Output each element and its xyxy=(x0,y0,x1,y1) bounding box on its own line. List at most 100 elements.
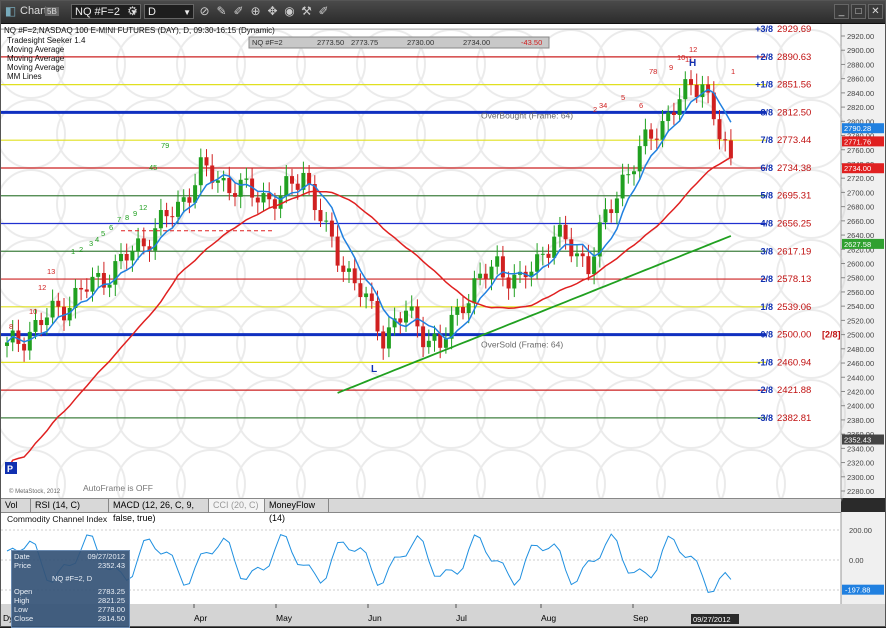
candle-body xyxy=(421,326,426,348)
zero-tag: [2/8] xyxy=(822,330,841,340)
info-symbol: NQ #F=2, D xyxy=(52,574,93,583)
candle-body xyxy=(580,253,585,257)
price-tick-label: 2900.00 xyxy=(847,46,874,55)
candle-body xyxy=(535,254,540,272)
candle-body xyxy=(5,342,9,346)
murrey-value: 2460.94 xyxy=(777,357,811,368)
candle-body xyxy=(215,180,220,183)
pencil-icon[interactable]: ✎ xyxy=(214,4,229,19)
quote-low: 2730.00 xyxy=(407,38,434,47)
pan-icon[interactable]: ✥ xyxy=(265,4,280,19)
price-tick-label: 2340.00 xyxy=(847,444,874,453)
chevron-down-icon[interactable]: ▼ xyxy=(183,5,191,20)
murrey-label: -2/8 xyxy=(757,385,773,395)
window-badge: 5B xyxy=(45,7,59,16)
candle-body xyxy=(609,209,614,214)
interval-field[interactable]: D ▼ xyxy=(144,4,194,19)
candle-body xyxy=(660,121,665,140)
candle-body xyxy=(386,327,391,349)
price-tick-label: 2400.00 xyxy=(847,402,874,411)
murrey-value: 2929.69 xyxy=(777,24,811,35)
price-tag-value: 2352.43 xyxy=(844,436,871,445)
candle-body xyxy=(221,177,226,181)
quote-box xyxy=(248,36,550,49)
candle-body xyxy=(506,277,511,289)
close-button[interactable]: ✕ xyxy=(868,4,883,19)
candle-body xyxy=(33,319,38,332)
candle-body xyxy=(620,174,625,199)
candle-body xyxy=(375,300,380,332)
candle-body xyxy=(27,331,32,351)
candle-body xyxy=(181,197,186,202)
murrey-label: 6/8 xyxy=(760,163,773,173)
chart-area[interactable]: 2920.002900.002880.002860.002840.002820.… xyxy=(1,24,885,627)
price-tick-label: 2720.00 xyxy=(847,174,874,183)
quote-high: 2773.75 xyxy=(351,38,378,47)
murrey-label: 8/8 xyxy=(760,107,773,117)
murrey-label: 2/8 xyxy=(760,274,773,284)
candle-body xyxy=(728,140,733,159)
sequence-label: 1 xyxy=(731,67,735,76)
maximize-button[interactable]: □ xyxy=(851,4,866,19)
candle-body xyxy=(671,112,676,115)
candle-body xyxy=(90,276,95,292)
candle-body xyxy=(495,256,500,267)
price-tick-label: 2440.00 xyxy=(847,373,874,382)
tools-icon[interactable]: ⚒ xyxy=(299,4,314,19)
edit-icon[interactable]: ✐ xyxy=(231,4,246,19)
candle-body xyxy=(44,317,49,326)
link-icon[interactable]: ⊕ xyxy=(248,4,263,19)
price-tick-label: 2460.00 xyxy=(847,359,874,368)
candle-body xyxy=(307,172,312,185)
candle-body xyxy=(284,176,289,196)
price-tick-label: 2320.00 xyxy=(847,459,874,468)
interval-value: D xyxy=(148,6,156,18)
brush-icon[interactable]: ✐ xyxy=(316,4,331,19)
gear-icon[interactable]: ⚙ xyxy=(125,4,140,19)
quote-change: -43.50 xyxy=(521,38,542,47)
sequence-label: 3 xyxy=(89,239,93,248)
minimize-button[interactable]: _ xyxy=(834,4,849,19)
price-tick-label: 2700.00 xyxy=(847,188,874,197)
sequence-label: 78 xyxy=(649,67,657,76)
info-high-label: High xyxy=(14,596,30,605)
murrey-value: 2617.19 xyxy=(777,246,811,257)
cancel-icon[interactable]: ⊘ xyxy=(197,4,212,19)
price-tag-value: 2790.28 xyxy=(844,124,871,133)
candle-body xyxy=(717,119,722,140)
candle-body xyxy=(16,330,21,344)
tab-macd[interactable]: MACD (12, 26, C, 9, false, true) xyxy=(109,499,209,523)
month-label: Jul xyxy=(456,613,467,623)
sequence-label: 13 xyxy=(47,267,55,276)
tab-cci[interactable]: CCI (20, C) xyxy=(209,499,265,512)
price-tick-label: 2380.00 xyxy=(847,416,874,425)
overbought-label: OverBought (Frame: 64) xyxy=(481,110,573,120)
data-window: Date 09/27/2012 Price 2352.43 NQ #F=2, D O… xyxy=(11,550,130,628)
month-label: May xyxy=(276,613,293,623)
play-icon[interactable]: ◉ xyxy=(282,4,297,19)
candle-body xyxy=(141,238,146,247)
tab-rsi[interactable]: RSI (14, C) xyxy=(31,499,109,512)
candle-body xyxy=(318,210,323,222)
info-close: 2814.50 xyxy=(97,614,125,623)
sequence-label: 9 xyxy=(669,63,673,72)
candle-body xyxy=(546,253,551,258)
candle-body xyxy=(426,340,431,348)
tab-vol[interactable]: Vol xyxy=(1,499,31,512)
candle-body xyxy=(381,331,386,349)
candle-body xyxy=(50,300,55,318)
price-tag-value: 2627.58 xyxy=(844,240,871,249)
quote-symbol: NQ #F=2 xyxy=(252,38,283,47)
candle-body xyxy=(552,236,557,258)
price-tick-label: 2760.00 xyxy=(847,146,874,155)
candle-body xyxy=(39,319,44,326)
candle-body xyxy=(347,268,351,272)
candle-body xyxy=(170,216,175,218)
candle-body xyxy=(369,293,374,301)
info-date: 09/27/2012 xyxy=(87,552,125,561)
price-tick-label: 2300.00 xyxy=(847,473,874,482)
candle-body xyxy=(295,183,300,190)
murrey-value: 2500.00 xyxy=(777,330,811,341)
candle-body xyxy=(614,198,619,214)
tab-moneyflow[interactable]: MoneyFlow (14) xyxy=(265,499,329,523)
